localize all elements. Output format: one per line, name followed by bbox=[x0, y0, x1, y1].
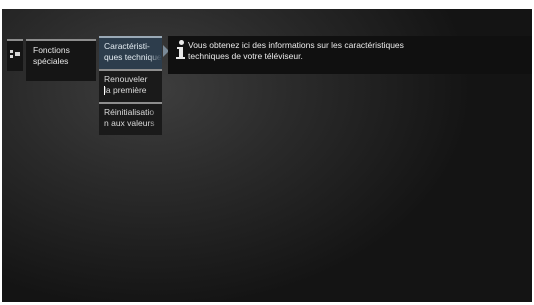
section-fonctions-speciales[interactable]: Fonctions spéciales bbox=[26, 39, 96, 81]
tv-screen: Fonctions spéciales Caractéristi- ques t… bbox=[2, 9, 532, 302]
section-label: Fonctions spéciales bbox=[33, 45, 70, 66]
menu-item-caracteristiques-techniques[interactable]: Caractéristi- ques techniques bbox=[99, 36, 162, 69]
info-text: Vous obtenez ici des informations sur le… bbox=[188, 40, 404, 61]
menu-icon-panel bbox=[7, 39, 23, 71]
menu-icon bbox=[10, 50, 20, 58]
info-panel: Vous obtenez ici des informations sur le… bbox=[168, 36, 532, 74]
text-cursor bbox=[104, 86, 105, 95]
menu-item-reinitialisation[interactable]: Réinitialisatio n aux valeurs bbox=[99, 102, 162, 135]
info-icon bbox=[176, 40, 186, 60]
menu-item-renouveler-premiere[interactable]: Renouveler la première bbox=[99, 69, 162, 102]
